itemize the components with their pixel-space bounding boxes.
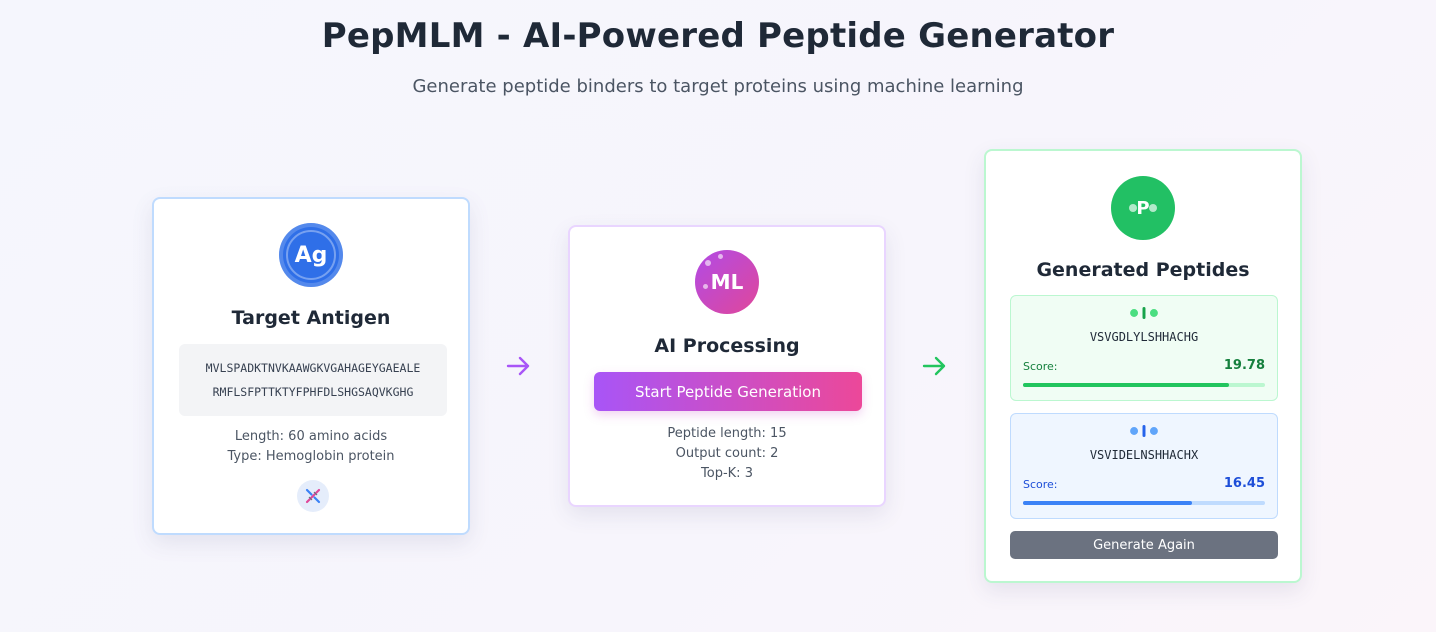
peptide-length: Peptide length: 15 xyxy=(667,426,787,441)
peptide-sequence: VSVGDLYLSHHACHG xyxy=(1089,330,1199,344)
antigen-length: Length: 60 amino acids xyxy=(234,429,388,444)
ml-badge-label: ML xyxy=(710,270,744,294)
generated-peptides-card: P Generated Peptides VSVGDLYLSHHACHG Sco… xyxy=(984,149,1302,583)
score-value: 16.45 xyxy=(1223,476,1265,491)
ml-badge: ML xyxy=(695,250,759,314)
antigen-title: Target Antigen xyxy=(231,307,391,329)
antigen-sequence-line: MVLSPADKTNVKAAWGKVGAHAGEYGAEALE xyxy=(205,361,421,375)
score-bar-fill xyxy=(1023,501,1193,505)
processing-params: Peptide length: 15 Output count: 2 Top-K… xyxy=(570,424,884,484)
score-bar-fill xyxy=(1023,383,1229,387)
antigen-badge-label: Ag xyxy=(294,242,328,268)
peptide-icon xyxy=(1130,307,1158,319)
dna-icon xyxy=(297,480,329,512)
page-subtitle: Generate peptide binders to target prote… xyxy=(412,76,1024,97)
processing-title: AI Processing xyxy=(654,335,800,357)
peptide-icon xyxy=(1130,425,1158,437)
antigen-type: Type: Hemoglobin protein xyxy=(227,449,395,464)
ai-processing-card: ML AI Processing Start Peptide Generatio… xyxy=(568,225,886,507)
score-value: 19.78 xyxy=(1223,358,1265,373)
score-label: Score: xyxy=(1023,360,1058,373)
antigen-sequence: MVLSPADKTNVKAAWGKVGAHAGEYGAEALE RMFLSFPT… xyxy=(179,344,447,416)
antigen-sequence-line: RMFLSFPTTKTYFPHFDLSHGSAQVKGHG xyxy=(212,385,414,399)
page-title: PepMLM - AI-Powered Peptide Generator xyxy=(321,16,1115,56)
output-title: Generated Peptides xyxy=(1036,259,1250,281)
output-count: Output count: 2 xyxy=(675,446,779,461)
peptide-badge: P xyxy=(1111,176,1175,240)
top-k: Top-K: 3 xyxy=(701,466,753,481)
antigen-info: Length: 60 amino acids Type: Hemoglobin … xyxy=(154,427,468,467)
peptide-badge-label: P xyxy=(1136,197,1150,219)
generate-again-button[interactable]: Generate Again xyxy=(1010,531,1278,559)
peptide-result: VSVIDELNSHHACHX Score: 16.45 xyxy=(1010,413,1278,519)
start-generation-button[interactable]: Start Peptide Generation xyxy=(594,372,862,411)
target-antigen-card: Ag Target Antigen MVLSPADKTNVKAAWGKVGAHA… xyxy=(152,197,470,535)
score-bar xyxy=(1023,383,1265,387)
peptide-sequence: VSVIDELNSHHACHX xyxy=(1089,448,1199,462)
score-bar xyxy=(1023,501,1265,505)
arrow-right-icon xyxy=(506,356,530,376)
antigen-badge: Ag xyxy=(279,223,343,287)
score-label: Score: xyxy=(1023,478,1058,491)
peptide-result: VSVGDLYLSHHACHG Score: 19.78 xyxy=(1010,295,1278,401)
arrow-right-icon xyxy=(922,356,946,376)
